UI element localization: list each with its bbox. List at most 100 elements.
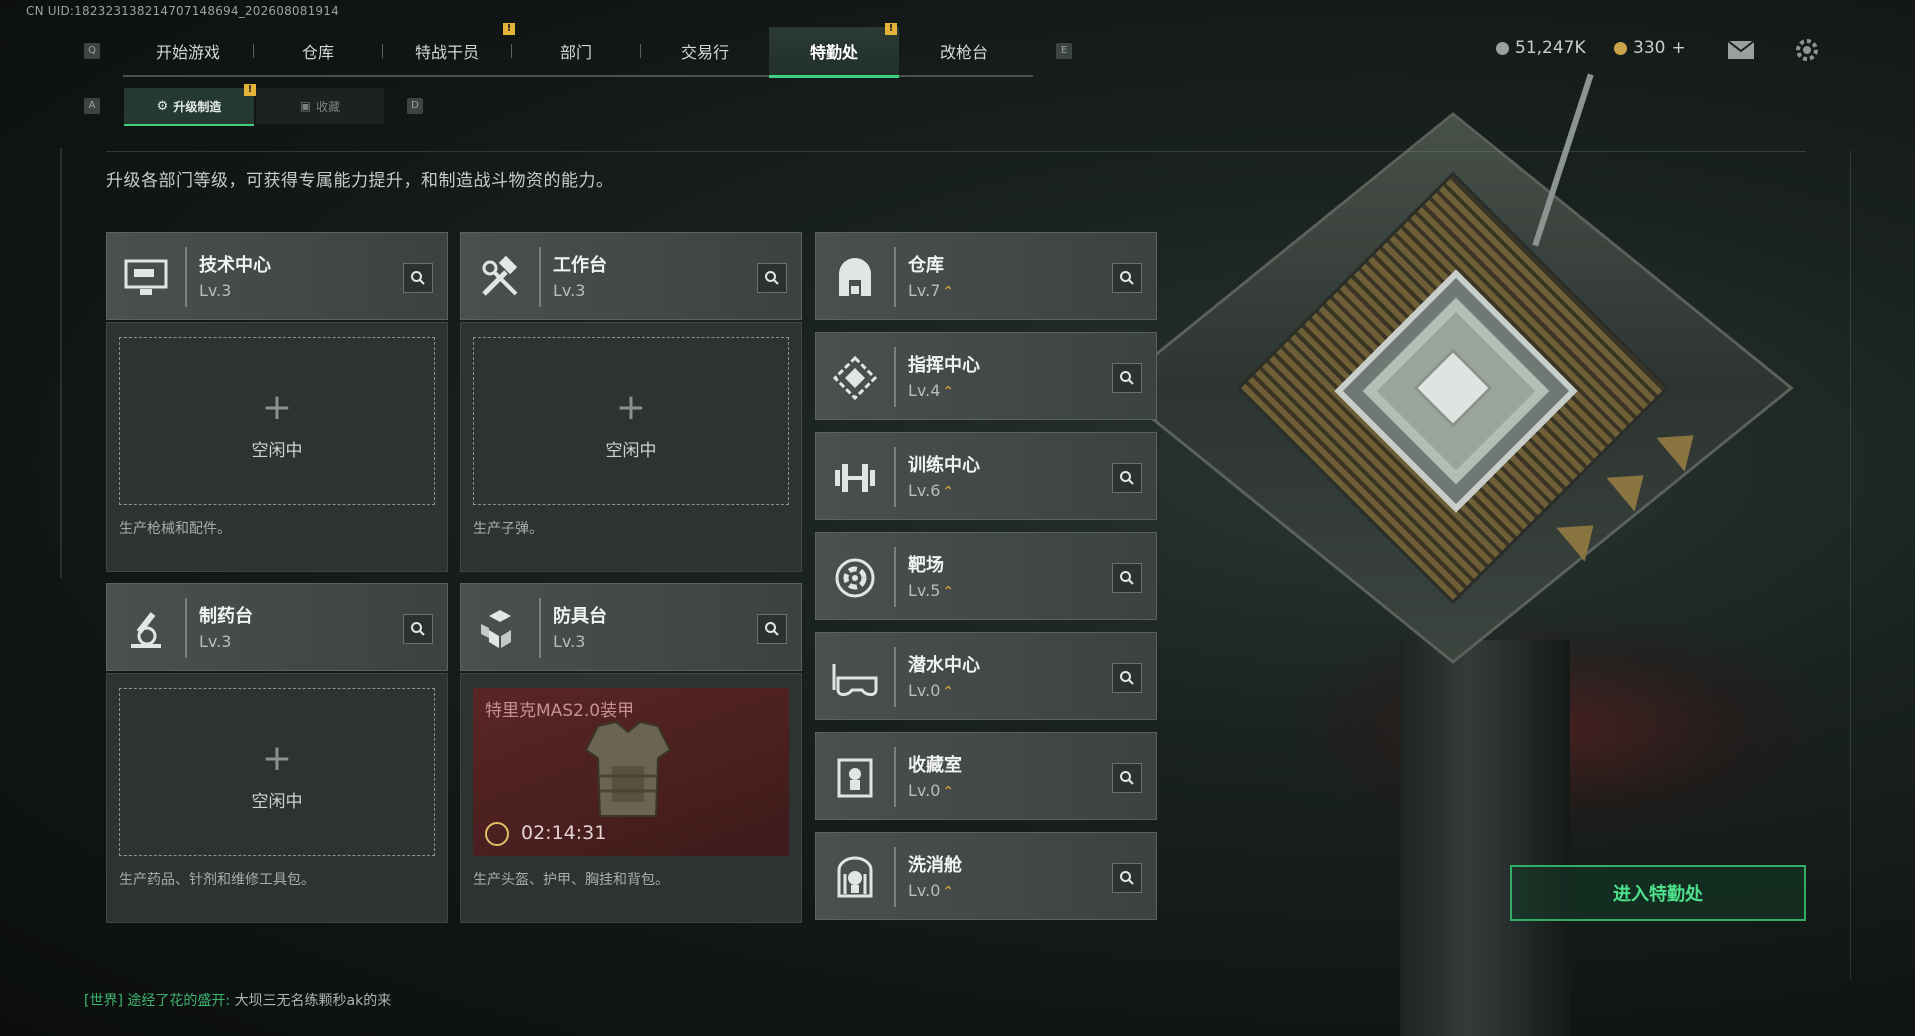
- nav-right-key[interactable]: E: [1056, 43, 1072, 59]
- search-icon[interactable]: [757, 614, 787, 644]
- facility-card-pharmacy[interactable]: 制药台 Lv.3: [106, 583, 448, 671]
- facility-card[interactable]: 仓库 Lv.7 ⌃: [815, 232, 1157, 320]
- chat-channel: [世界]: [84, 993, 123, 1009]
- facility-level-row: Lv.7 ⌃: [908, 281, 954, 300]
- divider: [539, 247, 541, 307]
- production-slot-card: + 空闲中 生产子弹。: [460, 322, 802, 572]
- command-center-icon: [828, 351, 882, 405]
- subnav-right-key[interactable]: D: [407, 98, 423, 114]
- enter-special-ops-button[interactable]: 进入特勤处: [1510, 865, 1806, 921]
- upgrade-arrow-icon: ⌃: [942, 484, 955, 500]
- facility-level-row: Lv.0 ⌃: [908, 781, 954, 800]
- divider: [894, 547, 896, 607]
- facility-name: 训练中心: [908, 455, 980, 476]
- armor-vest-image: [578, 716, 678, 831]
- facility-card-armor-bench[interactable]: 防具台 Lv.3: [460, 583, 802, 671]
- facility-level: Lv.3: [553, 632, 586, 651]
- facility-level: Lv.0: [908, 781, 941, 800]
- search-icon[interactable]: [1112, 663, 1142, 693]
- production-slot[interactable]: + 空闲中: [119, 337, 435, 505]
- facility-level: Lv.5: [908, 581, 941, 600]
- production-timer: 02:14:31: [521, 822, 607, 844]
- subtab-collection[interactable]: ▣ 收藏: [256, 88, 384, 124]
- production-slot-card: 特里克MAS2.0装甲 02:14:31 生产头盔、护甲、胸挂和背包。: [460, 673, 802, 923]
- facility-card[interactable]: 洗消舱 Lv.0 ⌃: [815, 832, 1157, 920]
- search-icon[interactable]: [1112, 563, 1142, 593]
- diving-mask-icon: [828, 651, 882, 705]
- frame-line: [1850, 150, 1851, 980]
- coin-balance: 51,247K: [1496, 38, 1586, 58]
- tab-special-ops[interactable]: 特勤处 !: [769, 23, 899, 78]
- facility-level-row: Lv.0 ⌃: [908, 681, 954, 700]
- divider: [894, 747, 896, 807]
- tab-gunsmith[interactable]: 改枪台: [899, 27, 1029, 75]
- facility-name: 制药台: [199, 606, 253, 627]
- slot-description: 生产头盔、护甲、胸挂和背包。: [473, 872, 669, 888]
- search-icon[interactable]: [403, 614, 433, 644]
- decontamination-icon: [828, 851, 882, 905]
- tab-start-game[interactable]: 开始游戏: [123, 27, 253, 75]
- premium-balance[interactable]: 330 +: [1614, 38, 1686, 58]
- search-icon[interactable]: [1112, 463, 1142, 493]
- production-in-progress[interactable]: 特里克MAS2.0装甲 02:14:31: [473, 688, 789, 856]
- facility-name: 工作台: [553, 255, 607, 276]
- facility-name: 洗消舱: [908, 855, 962, 876]
- search-icon[interactable]: [1112, 863, 1142, 893]
- tab-operators[interactable]: 特战干员 !: [383, 23, 515, 75]
- divider: [894, 647, 896, 707]
- plus-icon: +: [261, 738, 293, 779]
- facility-card[interactable]: 指挥中心 Lv.4 ⌃: [815, 332, 1157, 420]
- upgrade-arrow-icon: ⌃: [942, 784, 955, 800]
- timer-clock-icon: [485, 822, 509, 846]
- facility-name: 潜水中心: [908, 655, 980, 676]
- coin-icon: [1496, 41, 1509, 55]
- slot-status: 空闲中: [251, 792, 303, 812]
- production-slot-card: + 空闲中 生产枪械和配件。: [106, 322, 448, 572]
- dumbbell-icon: [828, 451, 882, 505]
- tab-trading[interactable]: 交易行: [641, 27, 769, 75]
- production-slot-card: + 空闲中 生产药品、针剂和维修工具包。: [106, 673, 448, 923]
- facility-level: Lv.4: [908, 381, 941, 400]
- production-slot[interactable]: + 空闲中: [473, 337, 789, 505]
- facility-level: Lv.3: [199, 632, 232, 651]
- search-icon[interactable]: [403, 263, 433, 293]
- divider: [185, 247, 187, 307]
- subtab-upgrade[interactable]: ⚙ 升级制造 !: [124, 84, 256, 126]
- tab-department[interactable]: 部门: [512, 27, 640, 75]
- hammer-wrench-icon: [473, 251, 527, 305]
- tab-warehouse[interactable]: 仓库: [254, 27, 382, 75]
- target-icon: [828, 551, 882, 605]
- upgrade-arrow-icon: ⌃: [942, 884, 955, 900]
- chat-message: 大坝三无名练颗秒ak的来: [234, 993, 392, 1009]
- collection-room-icon: [828, 751, 882, 805]
- divider: [106, 151, 1806, 152]
- nav-left-key[interactable]: Q: [84, 43, 100, 59]
- search-icon[interactable]: [757, 263, 787, 293]
- facility-card-tech-center[interactable]: 技术中心 Lv.3: [106, 232, 448, 320]
- facility-level: Lv.6: [908, 481, 941, 500]
- search-icon[interactable]: [1112, 763, 1142, 793]
- search-icon[interactable]: [1112, 263, 1142, 293]
- divider: [894, 847, 896, 907]
- production-slot[interactable]: + 空闲中: [119, 688, 435, 856]
- facility-card[interactable]: 潜水中心 Lv.0 ⌃: [815, 632, 1157, 720]
- facility-card-workbench[interactable]: 工作台 Lv.3: [460, 232, 802, 320]
- facility-level-row: Lv.6 ⌃: [908, 481, 954, 500]
- settings-gear-icon[interactable]: [1794, 37, 1820, 67]
- facility-card[interactable]: 靶场 Lv.5 ⌃: [815, 532, 1157, 620]
- mail-icon[interactable]: [1727, 40, 1755, 64]
- search-icon[interactable]: [1112, 363, 1142, 393]
- premium-coin-icon: [1614, 41, 1627, 55]
- slot-description: 生产子弹。: [473, 521, 543, 537]
- upgrade-arrow-icon: ⌃: [942, 584, 955, 600]
- divider: [185, 598, 187, 658]
- facility-card[interactable]: 收藏室 Lv.0 ⌃: [815, 732, 1157, 820]
- facility-card[interactable]: 训练中心 Lv.6 ⌃: [815, 432, 1157, 520]
- subnav-left-key[interactable]: A: [84, 98, 100, 114]
- warehouse-icon: [828, 251, 882, 305]
- microscope-icon: [119, 602, 173, 656]
- facility-name: 指挥中心: [908, 355, 980, 376]
- chat-line[interactable]: [世界] 途经了花的盛开: 大坝三无名练颗秒ak的来: [84, 990, 391, 1010]
- facility-level-row: Lv.5 ⌃: [908, 581, 954, 600]
- plus-icon: +: [261, 387, 293, 428]
